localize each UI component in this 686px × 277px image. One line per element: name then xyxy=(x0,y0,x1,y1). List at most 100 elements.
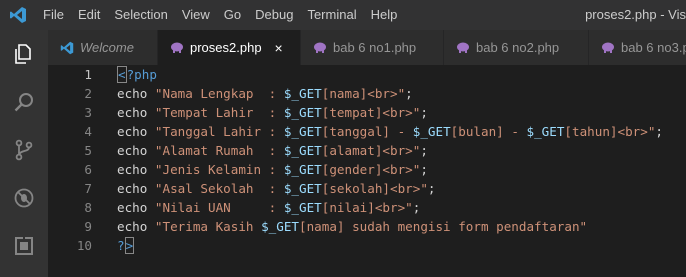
code-token: [gender]<br>" xyxy=(321,162,421,177)
tab-bab6no2[interactable]: bab 6 no2.php xyxy=(444,30,589,65)
php-elephant-icon xyxy=(170,42,184,53)
code-token: ; xyxy=(405,86,413,101)
code-token: "Nilai UAN : xyxy=(154,200,284,215)
code-line[interactable]: 1 <?php xyxy=(48,65,686,84)
code-token: "Alamat Rumah : xyxy=(154,143,284,158)
code-line[interactable]: 3 echo "Tempat Lahir : $_GET[tempat]<br>"… xyxy=(48,103,686,122)
code-token: echo xyxy=(117,200,155,215)
menu-help[interactable]: Help xyxy=(364,0,405,30)
code-token: [bulan] - xyxy=(450,124,527,139)
title-bar: File Edit Selection View Go Debug Termin… xyxy=(0,0,686,30)
code-token: $_GET xyxy=(283,162,322,177)
code-token: $_GET xyxy=(283,200,322,215)
activity-bar xyxy=(0,30,48,277)
line-number: 10 xyxy=(76,238,92,253)
code-line[interactable]: 9 echo "Terima Kasih $_GET[nama] sudah me… xyxy=(48,217,686,236)
code-token: ; xyxy=(412,200,421,215)
line-number: 7 xyxy=(84,181,92,196)
tab-label: bab 6 no3.p xyxy=(621,40,686,55)
code-token: "Asal Sekolah : xyxy=(154,181,284,196)
line-number: 4 xyxy=(84,124,92,139)
code-text: echo "Asal Sekolah : $_GET[sekolah]<br>"… xyxy=(117,179,436,198)
code-line[interactable]: 4 echo "Tanggal Lahir : $_GET[tanggal] - … xyxy=(48,122,686,141)
code-token: [sekolah]<br>" xyxy=(321,181,428,196)
tab-label: bab 6 no1.php xyxy=(333,40,417,55)
menu-debug[interactable]: Debug xyxy=(248,0,300,30)
tab-label: bab 6 no2.php xyxy=(476,40,560,55)
source-control-icon[interactable] xyxy=(0,126,48,174)
code-line[interactable]: 2 echo "Nama Lengkap : $_GET[nama]<br>"; xyxy=(48,84,686,103)
tab-label: proses2.php xyxy=(190,40,262,55)
code-token: $_GET xyxy=(283,105,322,120)
code-editor[interactable]: 1 <?php 2 echo "Nama Lengkap : $_GET[nama]<… xyxy=(48,65,686,277)
php-elephant-icon xyxy=(456,42,470,53)
code-token: $_GET xyxy=(261,219,299,234)
code-token: $_GET xyxy=(412,124,451,139)
search-icon[interactable] xyxy=(0,78,48,126)
code-token: > xyxy=(124,237,135,254)
debug-icon[interactable] xyxy=(0,174,48,222)
code-token: [nama]<br>" xyxy=(321,86,406,101)
code-token: echo xyxy=(117,143,155,158)
code-token: [tahun]<br>" xyxy=(564,124,656,139)
menu-selection[interactable]: Selection xyxy=(107,0,174,30)
code-token: echo xyxy=(117,162,155,177)
files-icon[interactable] xyxy=(0,30,48,78)
code-token: $_GET xyxy=(283,86,322,101)
code-line[interactable]: 6 echo "Jenis Kelamin : $_GET[gender]<br>… xyxy=(48,160,686,179)
code-token: $_GET xyxy=(283,124,322,139)
tab-label: Welcome xyxy=(80,40,134,55)
tab-proses2[interactable]: proses2.php × xyxy=(158,30,301,65)
code-token: ; xyxy=(420,162,428,177)
tab-bab6no3[interactable]: bab 6 no3.p xyxy=(589,30,686,65)
line-number: 1 xyxy=(84,67,92,82)
code-text: echo "Jenis Kelamin : $_GET[gender]<br>"… xyxy=(117,160,428,179)
code-token: "Nama Lengkap : xyxy=(154,86,284,101)
code-token: "Jenis Kelamin : xyxy=(154,162,284,177)
code-token: echo xyxy=(117,181,155,196)
code-token: ; xyxy=(420,143,428,158)
line-number: 6 xyxy=(84,162,92,177)
menu-bar: File Edit Selection View Go Debug Termin… xyxy=(36,0,404,30)
menu-edit[interactable]: Edit xyxy=(71,0,107,30)
window-title: proses2.php - Vis xyxy=(585,7,686,22)
line-number: 3 xyxy=(84,105,92,120)
php-elephant-icon xyxy=(601,42,615,53)
code-token: "Tanggal Lahir : xyxy=(154,124,284,139)
menu-go[interactable]: Go xyxy=(217,0,248,30)
code-token: echo xyxy=(117,124,155,139)
code-token: $_GET xyxy=(526,124,565,139)
code-token: < xyxy=(117,66,127,83)
code-token: ?php xyxy=(126,67,157,82)
line-number: 8 xyxy=(84,200,92,215)
code-token: ; xyxy=(420,105,428,120)
code-text: echo "Tanggal Lahir : $_GET[tanggal] - $… xyxy=(117,122,663,141)
code-token: [nama] sudah mengisi form pendaftaran" xyxy=(299,219,588,234)
code-line[interactable]: 10 ?> xyxy=(48,236,686,255)
vscode-icon xyxy=(60,41,74,55)
code-line[interactable]: 8 echo "Nilai UAN : $_GET[nilai]<br>"; xyxy=(48,198,686,217)
php-elephant-icon xyxy=(313,42,327,53)
tab-bab6no1[interactable]: bab 6 no1.php xyxy=(301,30,444,65)
code-token: echo xyxy=(117,219,155,234)
close-tab-icon[interactable]: × xyxy=(272,40,286,56)
extensions-icon[interactable] xyxy=(0,222,48,270)
code-token: "Tempat Lahir : xyxy=(154,105,284,120)
code-token: "Terima Kasih xyxy=(154,219,262,234)
menu-view[interactable]: View xyxy=(175,0,217,30)
code-text: echo "Alamat Rumah : $_GET[alamat]<br>"; xyxy=(117,141,428,160)
menu-terminal[interactable]: Terminal xyxy=(300,0,363,30)
code-line[interactable]: 7 echo "Asal Sekolah : $_GET[sekolah]<br>… xyxy=(48,179,686,198)
code-token: $_GET xyxy=(283,143,322,158)
code-token: [tempat]<br>" xyxy=(321,105,421,120)
tab-bar: Welcome proses2.php × bab 6 no1.php bab … xyxy=(48,30,686,65)
tab-welcome[interactable]: Welcome xyxy=(48,30,158,65)
line-number: 5 xyxy=(84,143,92,158)
code-token: $_GET xyxy=(283,181,322,196)
vscode-logo-icon xyxy=(0,0,36,30)
code-token: echo xyxy=(117,105,155,120)
code-line[interactable]: 5 echo "Alamat Rumah : $_GET[alamat]<br>"… xyxy=(48,141,686,160)
code-text: ?> xyxy=(117,236,135,255)
code-token: ; xyxy=(427,181,436,196)
menu-file[interactable]: File xyxy=(36,0,71,30)
